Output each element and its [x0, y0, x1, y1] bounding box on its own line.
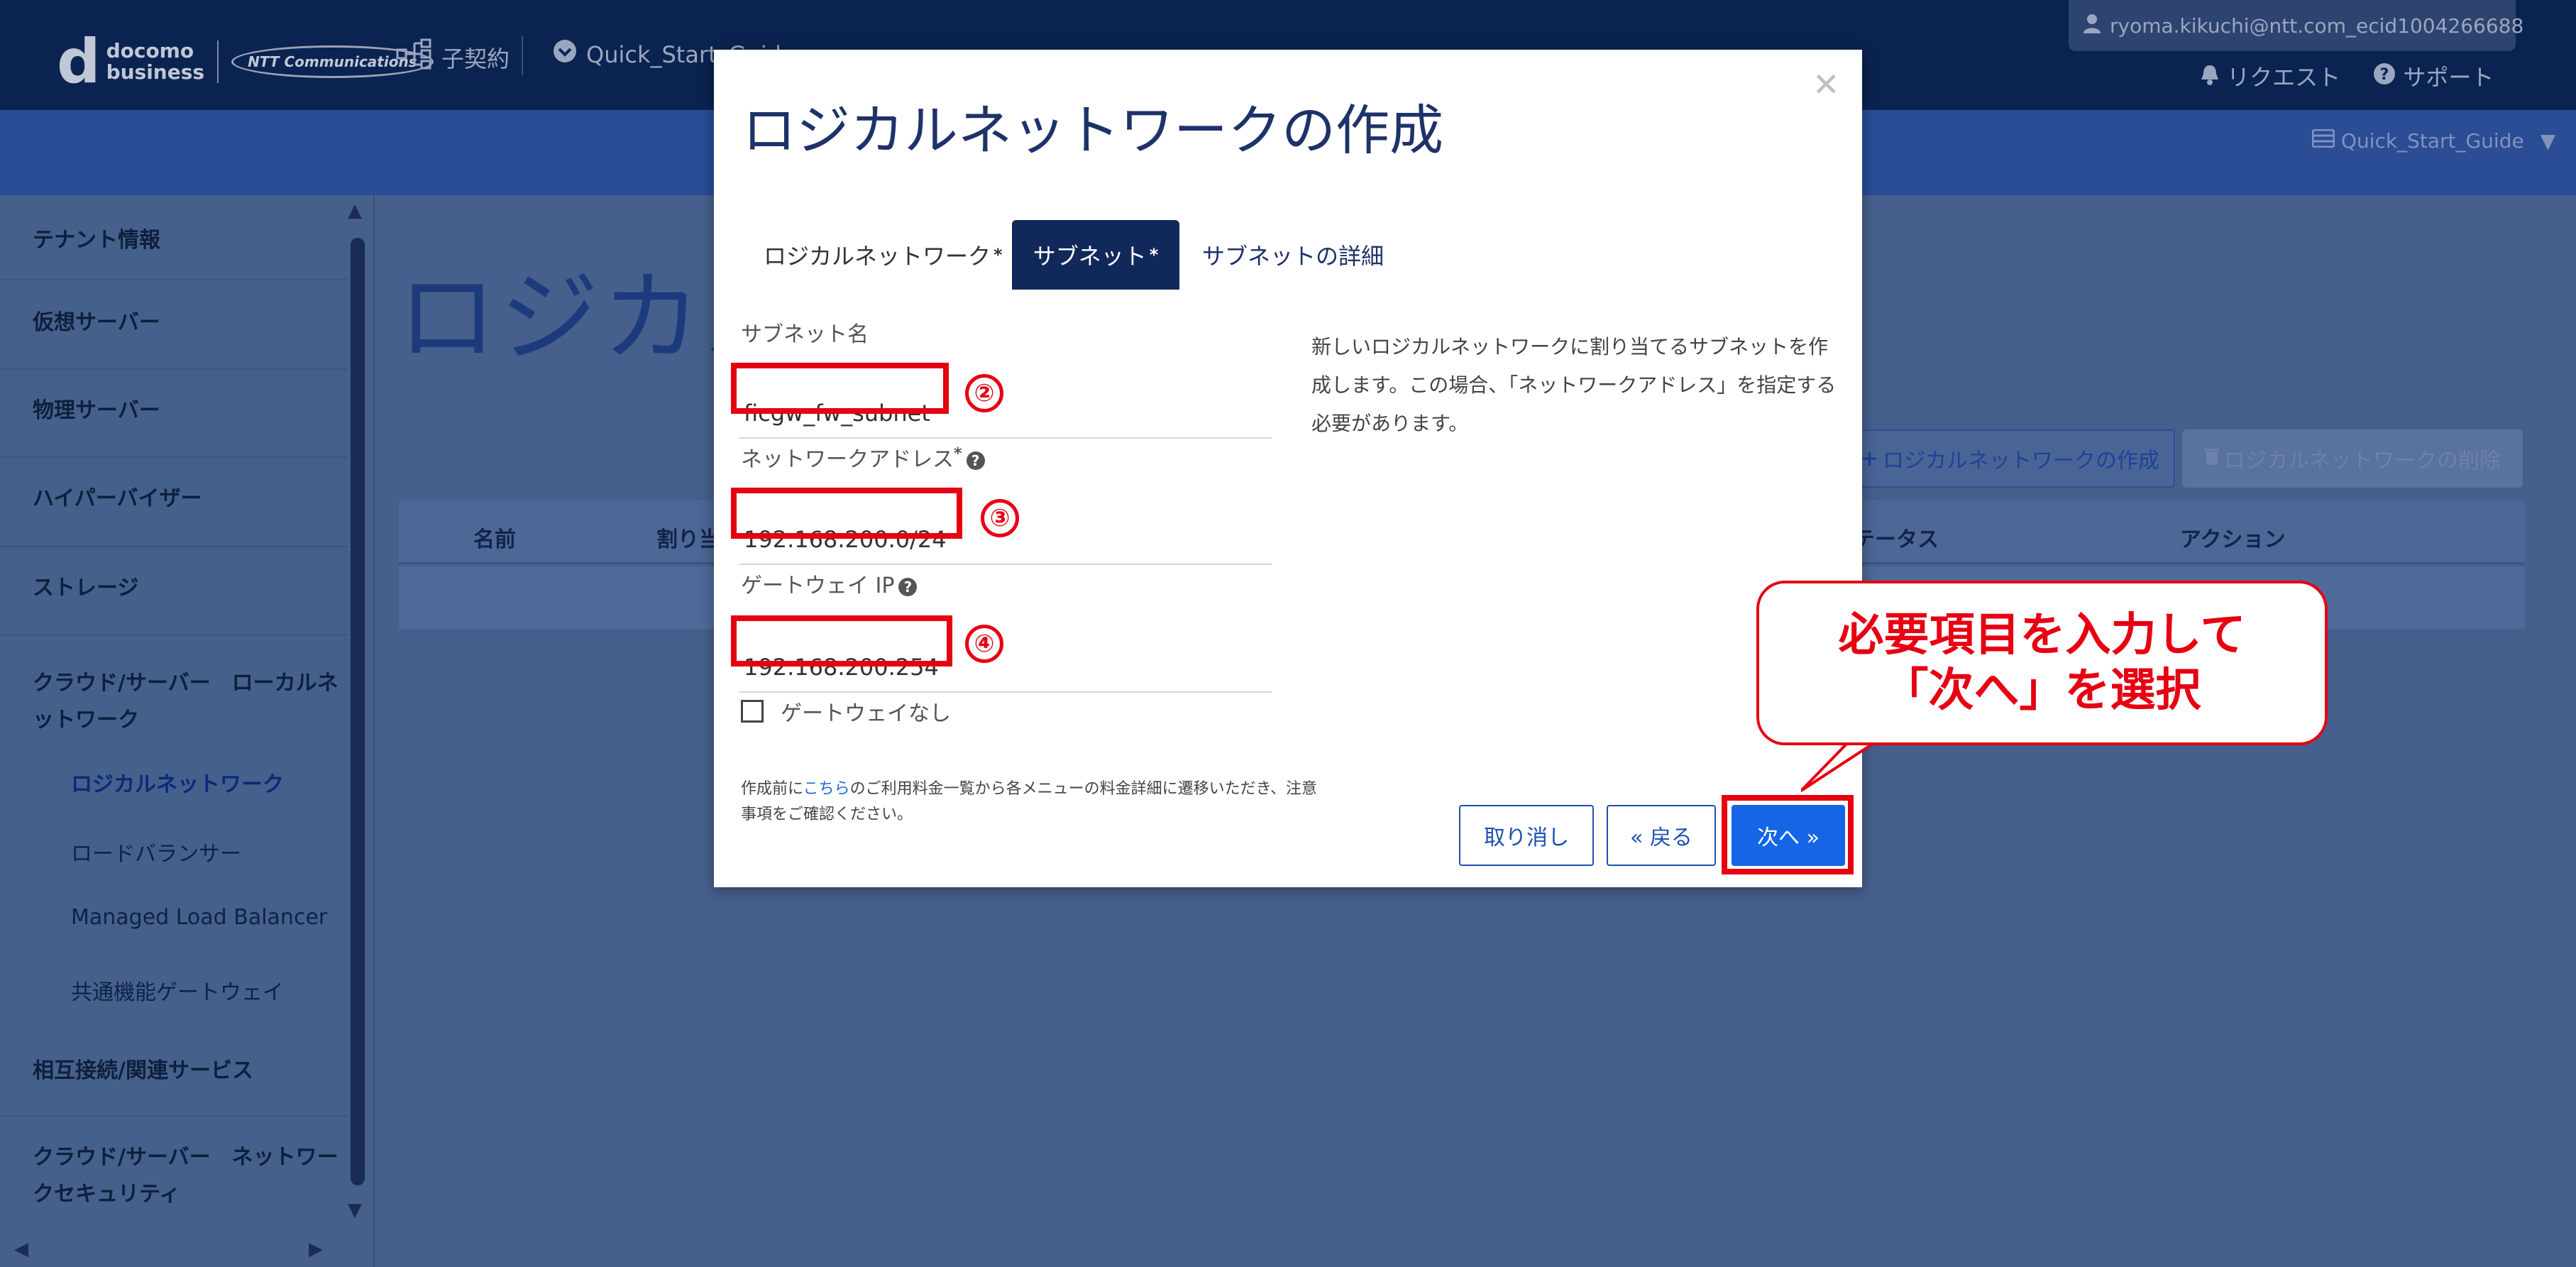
back-button[interactable]: « 戻る	[1607, 805, 1716, 866]
chevron-circle-icon	[552, 38, 578, 70]
nav-contract[interactable]: 子契約	[396, 38, 510, 76]
create-logical-network-button[interactable]: + ロジカルネットワークの作成	[1845, 429, 2175, 488]
cancel-button[interactable]: 取り消し	[1459, 805, 1594, 866]
tab-subnet-details-label: サブネットの詳細	[1202, 243, 1385, 270]
docomo-business-logo[interactable]: d docomo business NTT Communications	[57, 31, 434, 92]
sidebar: テナント情報 仮想サーバー 物理サーバー ハイパーバイザー ストレージ クラウド…	[0, 195, 375, 1267]
tenant-selector[interactable]: Quick_Start_Guide ▼	[2311, 128, 2556, 153]
tab-subnet-details[interactable]: サブネットの詳細	[1181, 220, 1405, 290]
sidebar-subitem-common-gateway[interactable]: 共通機能ゲートウェイ	[71, 975, 284, 1006]
request-link[interactable]: リクエスト	[2200, 60, 2340, 92]
network-address-label: ネットワークアドレス*?	[741, 441, 985, 473]
no-gateway-checkbox[interactable]	[741, 700, 764, 723]
sidebar-item-physical-server[interactable]: 物理サーバー	[0, 371, 348, 458]
tenant-selector-label: Quick_Start_Guide	[2340, 129, 2524, 153]
sidebar-item-storage[interactable]: ストレージ	[0, 549, 348, 635]
sidebar-subitem-load-balancer[interactable]: ロードバランサー	[71, 836, 241, 867]
plus-icon: +	[1860, 446, 1879, 471]
instruction-callout: 必要項目を入力して 「次へ」を選択	[1756, 581, 2328, 745]
tab-subnet-label: サブネット	[1033, 243, 1147, 270]
annotation-number-2: ②	[965, 374, 1003, 412]
next-button[interactable]: 次へ »	[1732, 805, 1845, 866]
server-icon	[2311, 128, 2341, 153]
sidebar-item-hypervisor[interactable]: ハイパーバイザー	[0, 459, 348, 547]
tab-subnet[interactable]: サブネット *	[1012, 220, 1179, 290]
scroll-right-icon[interactable]: ▶	[309, 1239, 323, 1260]
caret-down-icon: ▼	[2540, 129, 2556, 153]
help-icon[interactable]: ?	[966, 451, 985, 470]
scroll-left-icon[interactable]: ◀	[14, 1239, 28, 1260]
support-link[interactable]: ? サポート	[2373, 60, 2494, 92]
callout-tail	[1801, 740, 1885, 792]
sidebar-scrollbar[interactable]	[351, 238, 365, 1185]
scroll-down-icon[interactable]: ▼	[348, 1200, 362, 1221]
scroll-up-icon[interactable]: ▲	[348, 200, 362, 221]
sidebar-subitem-logical-network[interactable]: ロジカルネットワーク	[71, 767, 284, 798]
column-action: アクション	[2180, 527, 2286, 552]
close-icon[interactable]: ✕	[1812, 65, 1840, 104]
help-icon[interactable]: ?	[898, 577, 918, 596]
user-icon	[2083, 13, 2101, 38]
request-label: リクエスト	[2227, 64, 2341, 91]
create-logical-network-modal: ロジカルネットワークの作成 ✕ ロジカルネットワーク * サブネット * サブネット…	[714, 50, 1862, 887]
gateway-ip-label: ゲートウェイ IP?	[741, 568, 918, 599]
user-email: ryoma.kikuchi@ntt.com_ecid1004266688	[2110, 13, 2524, 38]
trash-icon	[2204, 446, 2220, 471]
delete-logical-network-label: ロジカルネットワークの削除	[2224, 449, 2501, 473]
column-name: 名前	[473, 527, 516, 552]
user-menu[interactable]: ryoma.kikuchi@ntt.com_ecid1004266688	[2069, 0, 2523, 51]
svg-text:?: ?	[2380, 66, 2389, 84]
nav-contract-label: 子契約	[441, 45, 510, 72]
logo-d-mark: d	[57, 26, 101, 97]
create-logical-network-label: ロジカルネットワークの作成	[1883, 449, 2160, 473]
annotation-number-4: ④	[965, 625, 1003, 663]
pricing-link[interactable]: こちら	[803, 780, 850, 798]
gateway-ip-input[interactable]	[739, 643, 1272, 693]
annotation-number-3: ③	[981, 499, 1019, 537]
no-gateway-checkbox-wrap[interactable]: ゲートウェイなし	[741, 696, 951, 727]
support-label: サポート	[2403, 64, 2494, 91]
sidebar-item-network-security[interactable]: クラウド/サーバー ネットワークセキュリティ	[0, 1118, 348, 1267]
column-assign: 割り当	[656, 527, 720, 552]
logo-line2: business	[106, 60, 205, 84]
pricing-note: 作成前にこちらのご利用料金一覧から各メニューの料金詳細に遷移いただき、注意事項を…	[741, 780, 1318, 823]
sidebar-item-virtual-server[interactable]: 仮想サーバー	[0, 282, 348, 370]
sidebar-item-tenant[interactable]: テナント情報	[0, 202, 348, 280]
modal-title: ロジカルネットワークの作成	[742, 99, 1443, 162]
callout-text: 必要項目を入力して 「次へ」を選択	[1838, 609, 2246, 717]
subnet-description: 新しいロジカルネットワークに割り当てるサブネットを作成します。この場合、「ネット…	[1311, 335, 1837, 435]
subnet-name-label: サブネット名	[741, 322, 869, 347]
subnet-name-input[interactable]	[739, 389, 1272, 439]
tab-logical-network-label: ロジカルネットワーク	[764, 243, 991, 270]
question-icon: ?	[2373, 63, 2403, 91]
tab-logical-network[interactable]: ロジカルネットワーク *	[742, 220, 1024, 290]
sidebar-subitem-managed-lb[interactable]: Managed Load Balancer	[71, 905, 327, 930]
hierarchy-icon	[396, 38, 433, 76]
delete-logical-network-button[interactable]: ロジカルネットワークの削除	[2182, 429, 2523, 488]
column-status: テータス	[1854, 527, 1939, 552]
sidebar-item-interconnect[interactable]: 相互接続/関連サービス	[0, 1031, 348, 1117]
logo-line1: docomo	[106, 39, 194, 62]
no-gateway-label: ゲートウェイなし	[781, 701, 951, 726]
bell-icon	[2200, 64, 2227, 91]
